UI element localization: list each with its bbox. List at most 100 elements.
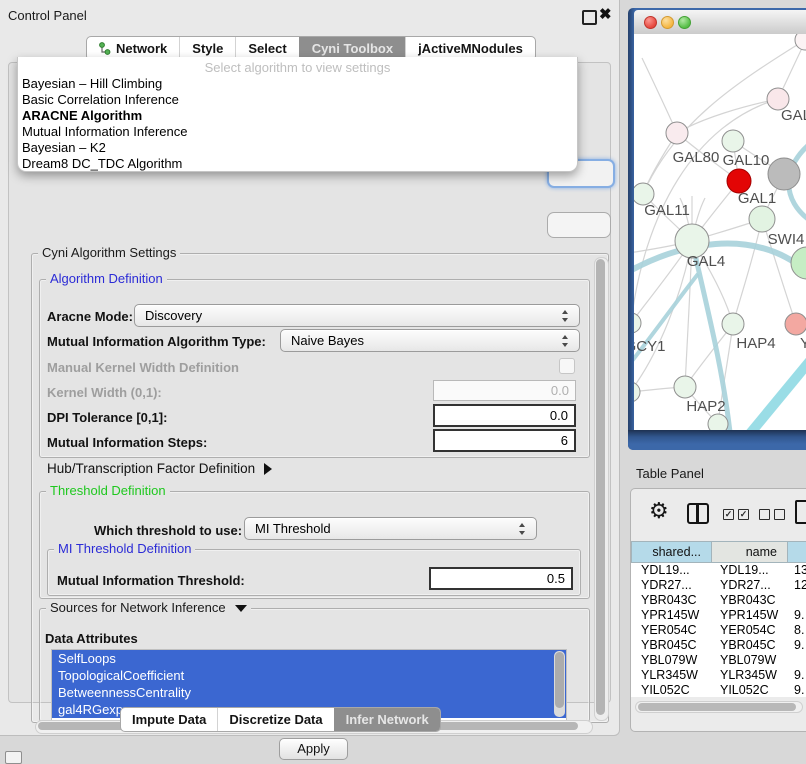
dpi-tolerance-field[interactable]: 0.0 (433, 404, 576, 427)
hub-transcription-expander[interactable]: Hub/Transcription Factor Definition (47, 461, 272, 476)
network-window-bottom-frame (628, 430, 806, 450)
table-row[interactable]: YBL079WYBL079W (631, 653, 806, 668)
network-node[interactable] (722, 130, 744, 152)
kernel-width-field[interactable]: 0.0 (433, 380, 576, 401)
table-row[interactable]: YDL19...YDL19...13 (631, 563, 806, 578)
zoom-traffic-light-icon[interactable] (678, 16, 691, 29)
column-header-3[interactable] (788, 541, 806, 563)
mi-steps-field[interactable]: 6 (433, 429, 576, 452)
tab-discretize-data[interactable]: Discretize Data (217, 708, 333, 731)
bottom-tabbar: Impute DataDiscretize DataInfer Network (120, 707, 441, 732)
node-label: GAL4 (687, 253, 725, 270)
table-body[interactable]: YDL19...YDL19...13YDR27...YDR27...12YBR0… (631, 563, 806, 697)
network-node[interactable] (795, 34, 806, 50)
apply-button[interactable]: Apply (279, 738, 348, 760)
expander-right-arrow-icon (264, 463, 272, 475)
minimize-traffic-light-icon[interactable] (661, 16, 674, 29)
algorithm-option-dream8-dc-tdc-algorithm[interactable]: Dream8 DC_TDC Algorithm (18, 156, 577, 172)
table-row[interactable]: YLR345WYLR345W9. (631, 668, 806, 683)
table-row[interactable]: YPR145WYPR145W9. (631, 608, 806, 623)
table-cell: YBL079W (712, 653, 788, 668)
table-cell: YBL079W (631, 653, 712, 668)
node-label: GAL10 (723, 152, 770, 169)
table-row[interactable]: YBR045CYBR045C9. (631, 638, 806, 653)
network-icon (99, 42, 111, 55)
which-threshold-select[interactable]: MI Threshold (244, 517, 537, 540)
network-window-titlebar[interactable] (634, 10, 806, 35)
algorithm-option-bayesian-k2[interactable]: Bayesian – K2 (18, 140, 577, 156)
gear-icon[interactable]: ⚙ (649, 498, 669, 524)
network-node[interactable] (634, 382, 640, 402)
settings-vertical-scrollbar[interactable] (594, 257, 609, 721)
network-canvas[interactable]: GALGAL80GAL10GAL1SWI4GAL11GAL4GCY1HAP4YH… (634, 34, 806, 430)
network-node[interactable] (785, 313, 806, 335)
table-row[interactable]: YBR043CYBR043C (631, 593, 806, 608)
settings-group-title: Cyni Algorithm Settings (38, 245, 180, 260)
network-node[interactable] (666, 122, 688, 144)
network-node[interactable] (749, 206, 775, 232)
table-cell: YBR043C (712, 593, 788, 608)
table-cell: 9. (788, 638, 806, 653)
table-horizontal-scrollbar[interactable] (635, 701, 803, 713)
table-toolbar: ⚙ ✓✓ (631, 489, 806, 539)
attribute-item-selfloops[interactable]: SelfLoops (52, 650, 566, 667)
split-columns-icon[interactable] (687, 503, 709, 524)
network-edge (685, 324, 733, 387)
node-label: GAL80 (673, 149, 720, 166)
list-vertical-scrollbar[interactable] (554, 651, 565, 717)
table-cell: YDR27... (712, 578, 788, 593)
network-edge (733, 219, 762, 324)
algorithm-option-bayesian-hill-climbing[interactable]: Bayesian – Hill Climbing (18, 76, 577, 92)
control-panel-window: Control Panel ✖ NetworkStyleSelectCyni T… (0, 0, 620, 736)
dock-icon[interactable] (5, 751, 22, 764)
algorithm-option-aracne-algorithm[interactable]: ARACNE Algorithm (18, 108, 577, 124)
table-cell: 8. (788, 623, 806, 638)
table-cell: YDL19... (631, 563, 712, 578)
table-header-row: shared...name (631, 541, 806, 563)
select-all-checkboxes-icon[interactable]: ✓✓ (723, 509, 749, 520)
tab-infer-network[interactable]: Infer Network (334, 708, 440, 731)
network-edge (642, 58, 677, 133)
table-cell: 13 (788, 563, 806, 578)
column-header-shared[interactable]: shared... (631, 541, 712, 563)
algorithm-option-basic-correlation-inference[interactable]: Basic Correlation Inference (18, 92, 577, 108)
mi-algorithm-type-select[interactable]: Naive Bayes (280, 329, 580, 352)
mi-threshold-field[interactable]: 0.5 (429, 567, 573, 590)
table-row[interactable]: YER054CYER054C8. (631, 623, 806, 638)
network-node[interactable] (634, 313, 641, 333)
threshold-definition-title: Threshold Definition (46, 483, 170, 498)
expander-down-arrow-icon[interactable] (235, 605, 247, 612)
hidden-field-fragment (547, 212, 611, 238)
network-node[interactable] (674, 376, 696, 398)
table-cell: YLR345W (712, 668, 788, 683)
table-row[interactable]: YIL052CYIL052C9. (631, 683, 806, 697)
page-icon[interactable] (795, 500, 806, 524)
table-cell: 9. (788, 608, 806, 623)
close-icon[interactable]: ✖ (599, 5, 612, 23)
float-window-icon[interactable] (582, 10, 597, 25)
column-header-name[interactable]: name (712, 541, 788, 563)
attribute-item-betweennesscentrality[interactable]: BetweennessCentrality (52, 684, 566, 701)
network-node[interactable] (708, 414, 728, 430)
network-edge-thick (748, 356, 806, 430)
network-view-window: GALGAL80GAL10GAL1SWI4GAL11GAL4GCY1HAP4YH… (628, 8, 806, 450)
network-node[interactable] (768, 158, 800, 190)
table-cell: YDR27... (631, 578, 712, 593)
node-label: GAL1 (738, 190, 776, 207)
close-traffic-light-icon[interactable] (644, 16, 657, 29)
algorithm-option-mutual-information-inference[interactable]: Mutual Information Inference (18, 124, 577, 140)
node-label: SWI4 (768, 231, 805, 248)
table-cell: YDL19... (712, 563, 788, 578)
table-cell (788, 593, 806, 608)
mi-steps-label: Mutual Information Steps: (47, 435, 207, 450)
table-row[interactable]: YDR27...YDR27...12 (631, 578, 806, 593)
algorithm-definition-title: Algorithm Definition (46, 271, 167, 286)
network-node[interactable] (722, 313, 744, 335)
deselect-all-checkboxes-icon[interactable] (759, 509, 785, 520)
network-node[interactable] (791, 247, 806, 279)
aracne-mode-select[interactable]: Discovery (134, 304, 580, 327)
tab-impute-data[interactable]: Impute Data (121, 708, 217, 731)
manual-kernel-width-checkbox[interactable] (559, 358, 575, 374)
attribute-item-topologicalcoefficient[interactable]: TopologicalCoefficient (52, 667, 566, 684)
table-cell: YBR045C (631, 638, 712, 653)
